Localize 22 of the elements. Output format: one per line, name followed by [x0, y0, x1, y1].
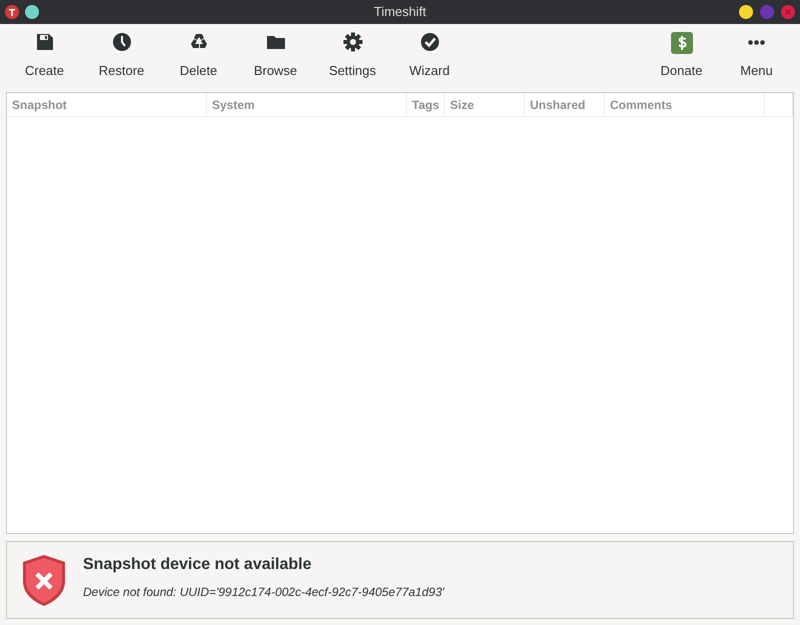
window-dot-icon[interactable]: [25, 5, 39, 19]
error-shield-icon: [21, 553, 67, 607]
toolbar-button[interactable]: Menu: [719, 32, 794, 80]
more-icon: [748, 40, 765, 45]
toolbar-button[interactable]: Donate: [644, 32, 719, 80]
clock-icon: [112, 32, 132, 52]
status-title: Snapshot device not available: [83, 555, 313, 575]
floppy-icon: [34, 32, 54, 52]
settings-icon: [342, 32, 362, 52]
toolbar-button[interactable]: Browse: [237, 32, 314, 80]
app-logo-icon: [5, 5, 19, 19]
status-message: Device not found: UUID='9912c174-002c-4ecf-92c7-9405e77a1d93': [83, 584, 444, 601]
toolbar-button[interactable]: Restore: [83, 32, 160, 80]
checkmark-circle-icon: [420, 32, 440, 52]
close-button[interactable]: [781, 5, 795, 19]
window-title: Timeshift: [374, 3, 426, 22]
dollar-icon: [670, 32, 692, 54]
toolbar-button[interactable]: Settings: [314, 32, 391, 80]
toolbar-button[interactable]: Wizard: [391, 32, 468, 80]
toolbar-button[interactable]: Create: [6, 32, 83, 80]
minimize-button[interactable]: [739, 5, 753, 19]
toolbar-button[interactable]: Delete: [160, 32, 237, 80]
